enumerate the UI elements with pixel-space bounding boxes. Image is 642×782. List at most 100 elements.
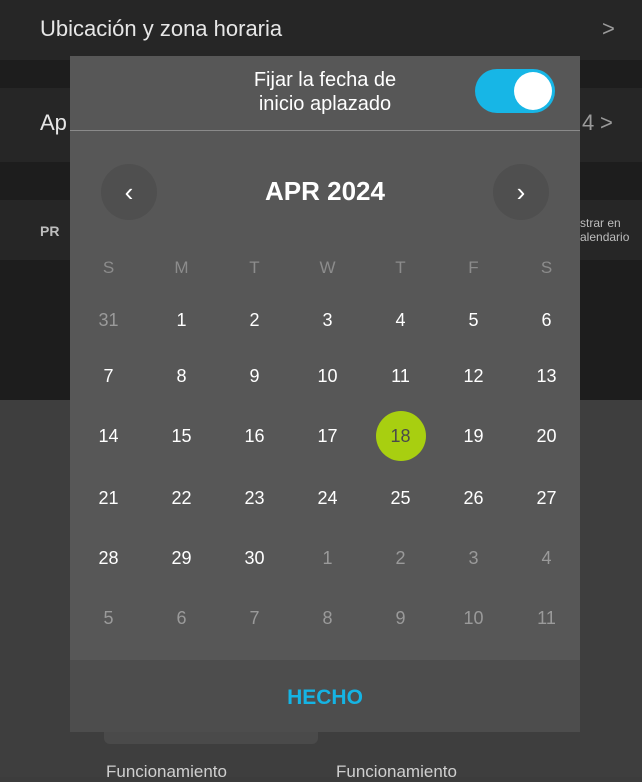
calendar-day[interactable]: 22	[145, 480, 218, 516]
calendar-day[interactable]: 12	[437, 358, 510, 394]
calendar-day-number: 8	[322, 608, 333, 628]
calendar-day[interactable]: 28	[72, 540, 145, 576]
done-button[interactable]: HECHO	[250, 680, 400, 716]
calendar-day-number: 31	[98, 310, 119, 330]
calendar-day-number: 29	[171, 548, 192, 568]
calendar-day-number: 1	[176, 310, 187, 330]
weekday-label: S	[540, 258, 553, 277]
calendar-day[interactable]: 8	[291, 600, 364, 636]
calendar-day[interactable]: 3	[437, 540, 510, 576]
calendar-day-number: 2	[249, 310, 260, 330]
chevron-left-icon: ‹	[124, 177, 134, 207]
calendar-day-number: 19	[463, 426, 484, 446]
calendar-day[interactable]: 6	[510, 302, 583, 338]
calendar-day-number: 17	[317, 426, 338, 446]
deferred-start-title: Fijar la fecha de inicio aplazado	[253, 69, 397, 115]
calendar-day[interactable]: 4	[510, 540, 583, 576]
calendar-day-number: 3	[468, 548, 479, 568]
calendar-day[interactable]: 1	[145, 302, 218, 338]
calendar-day-number: 4	[541, 548, 552, 568]
calendar-day-number: 5	[103, 608, 114, 628]
section-prefix: PR	[40, 223, 60, 239]
function-label-left: Funcionamiento	[106, 762, 227, 781]
settings-row-prefix: Ap	[40, 110, 67, 135]
calendar-day-number: 5	[468, 310, 479, 330]
weekday-label: F	[468, 258, 479, 277]
calendar-day[interactable]: 30	[218, 540, 291, 576]
calendar-day-number: 15	[171, 426, 192, 446]
calendar-day-number: 23	[244, 488, 265, 508]
weekday-label: M	[174, 258, 189, 277]
calendar-day[interactable]: 19	[437, 418, 510, 454]
calendar-day-number: 27	[536, 488, 557, 508]
calendar-day[interactable]: 4	[364, 302, 437, 338]
calendar-day-number: 18	[390, 426, 411, 446]
calendar-day-number: 14	[98, 426, 119, 446]
calendar-day[interactable]: 26	[437, 480, 510, 516]
calendar-day[interactable]: 21	[72, 480, 145, 516]
month-year-label: APR 2024	[265, 176, 385, 206]
calendar-day-number: 4	[395, 310, 406, 330]
calendar-day[interactable]: 9	[218, 358, 291, 394]
calendar-day-number: 9	[395, 608, 406, 628]
calendar-day[interactable]: 27	[510, 480, 583, 516]
side-text-line2: alendario	[580, 230, 630, 244]
calendar-day[interactable]: 2	[364, 540, 437, 576]
calendar-day[interactable]: 11	[510, 600, 583, 636]
settings-row-value: 4	[582, 110, 595, 135]
calendar-day[interactable]: 2	[218, 302, 291, 338]
chevron-right-icon: >	[602, 16, 615, 41]
prev-month-button[interactable]: ‹	[101, 164, 157, 220]
calendar-day[interactable]: 7	[72, 358, 145, 394]
calendar-day[interactable]: 23	[218, 480, 291, 516]
calendar-day[interactable]: 16	[218, 418, 291, 454]
calendar-day[interactable]: 10	[291, 358, 364, 394]
calendar-day[interactable]: 9	[364, 600, 437, 636]
calendar-day[interactable]: 25	[364, 480, 437, 516]
modal-footer: HECHO	[70, 660, 580, 732]
calendar-day[interactable]: 6	[145, 600, 218, 636]
calendar-day[interactable]: 15	[145, 418, 218, 454]
calendar-day-number: 25	[390, 488, 411, 508]
calendar-day[interactable]: 10	[437, 600, 510, 636]
weekday-label: T	[395, 258, 406, 277]
date-picker-modal: Fijar la fecha de inicio aplazado ‹ APR …	[70, 56, 580, 732]
calendar-day[interactable]: 5	[72, 600, 145, 636]
calendar-day[interactable]: 1	[291, 540, 364, 576]
calendar-day-number: 8	[176, 366, 187, 386]
calendar-day[interactable]: 31	[72, 302, 145, 338]
calendar-day-number: 12	[463, 366, 484, 386]
calendar-day-number: 16	[244, 426, 265, 446]
calendar-day-number: 30	[244, 548, 265, 568]
calendar-day-number: 10	[317, 366, 338, 386]
calendar-day[interactable]: 11	[364, 358, 437, 394]
next-month-button[interactable]: ›	[493, 164, 549, 220]
calendar-day[interactable]: 3	[291, 302, 364, 338]
calendar-day-number: 11	[537, 608, 556, 628]
calendar-day[interactable]: 14	[72, 418, 145, 454]
calendar-day-number: 6	[176, 608, 187, 628]
calendar-day[interactable]: 5	[437, 302, 510, 338]
chevron-right-icon: ›	[516, 177, 526, 207]
deferred-start-toggle[interactable]	[475, 69, 555, 113]
calendar-day-number: 28	[98, 548, 119, 568]
calendar-day[interactable]: 20	[510, 418, 583, 454]
calendar-day-number: 11	[391, 366, 410, 386]
calendar-day[interactable]: 13	[510, 358, 583, 394]
calendar-day[interactable]: 17	[291, 418, 364, 454]
weekday-label: T	[249, 258, 260, 277]
calendar-day-number: 3	[322, 310, 333, 330]
weekday-label: W	[319, 258, 336, 277]
location-timezone-row[interactable]: Ubicación y zona horaria >	[0, 0, 642, 60]
side-text-line1: strar en	[580, 216, 621, 230]
calendar-day[interactable]: 7	[218, 600, 291, 636]
calendar-day[interactable]: 29	[145, 540, 218, 576]
weekday-label: S	[102, 258, 115, 277]
calendar-day-number: 1	[322, 548, 333, 568]
calendar-day-selected[interactable]: 18	[364, 411, 437, 461]
calendar-day-number: 2	[395, 548, 406, 568]
calendar-day-number: 7	[249, 608, 260, 628]
calendar-day-number: 21	[98, 488, 119, 508]
calendar-day[interactable]: 8	[145, 358, 218, 394]
calendar-day[interactable]: 24	[291, 480, 364, 516]
